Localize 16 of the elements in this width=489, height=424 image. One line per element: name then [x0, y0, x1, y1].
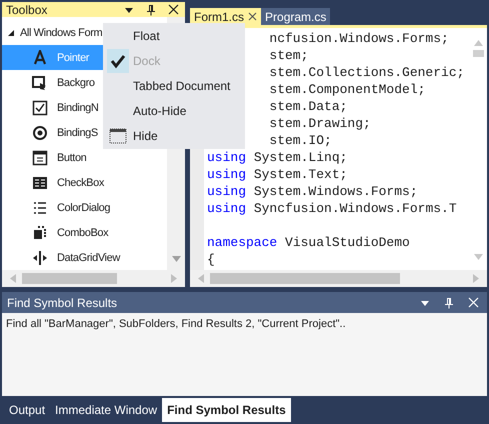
code-line: stem.IO;: [268, 133, 332, 148]
code-line: namespace VisualStudioDemo: [207, 235, 410, 250]
code-line: using System.Windows.Forms;: [207, 184, 418, 199]
code-line: stem;: [268, 48, 308, 63]
group-label: All Windows Form: [20, 26, 102, 38]
code-line: using System.Linq;: [207, 150, 348, 165]
code-line: stem.Data;: [268, 99, 348, 114]
code-line: {: [207, 252, 215, 267]
panel-title: Toolbox: [6, 2, 48, 16]
panel-title: Find Symbol Results: [7, 296, 118, 310]
results-text: Find all "BarManager", SubFolders, Find Results 2, "Current Project"..: [6, 318, 346, 330]
code-line: ncfusion.Windows.Forms;: [268, 31, 449, 46]
code-line: stem.Drawing;: [268, 116, 371, 131]
code-line: using Syncfusion.Windows.Forms.T: [207, 201, 457, 216]
code-line: stem.Collections.Generic;: [268, 65, 464, 80]
code-line: using System.Text;: [207, 167, 348, 182]
